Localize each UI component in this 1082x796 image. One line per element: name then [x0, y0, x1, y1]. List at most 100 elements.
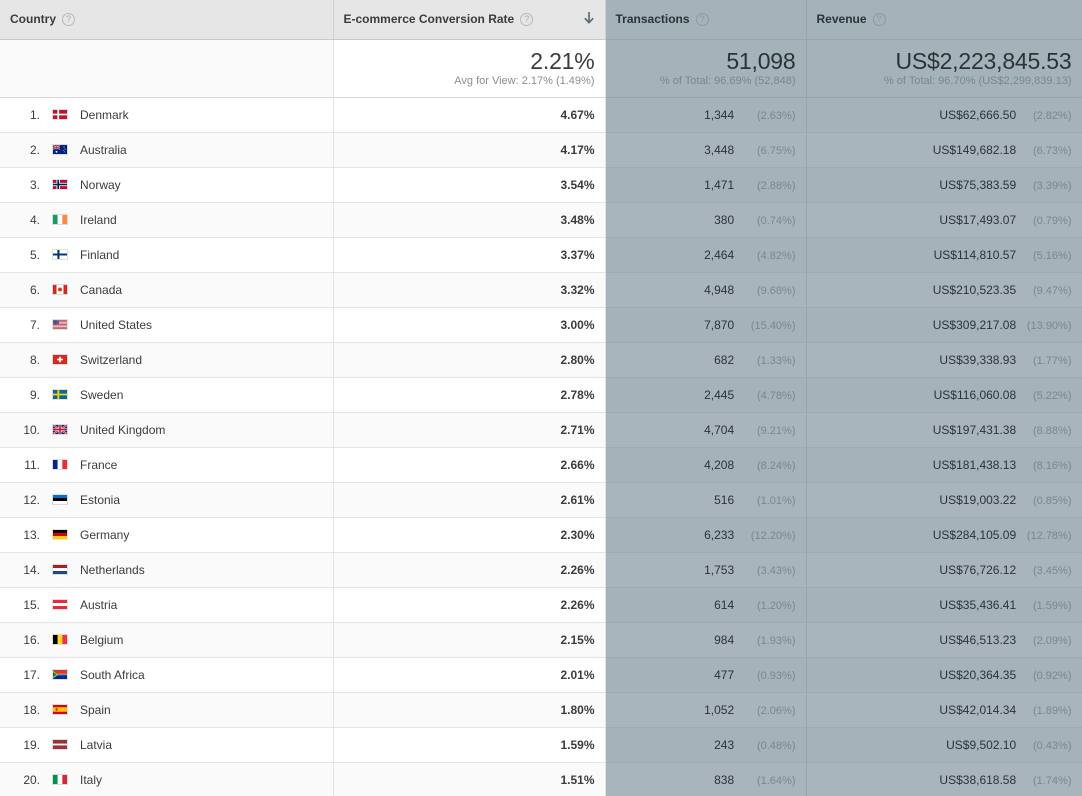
- table-row[interactable]: 3.Norway3.54%1,471 (2.88%)US$75,383.59 (…: [0, 167, 1082, 202]
- country-link[interactable]: Spain: [80, 703, 111, 717]
- transactions-value: 2,464: [704, 248, 734, 262]
- country-link[interactable]: United States: [80, 318, 152, 332]
- country-link[interactable]: Australia: [80, 143, 127, 157]
- country-link[interactable]: Estonia: [80, 493, 120, 507]
- row-rank: 19.: [10, 738, 40, 752]
- country-cell: 12.Estonia: [0, 482, 333, 517]
- table-row[interactable]: 13.Germany2.30%6,233 (12.20%)US$284,105.…: [0, 517, 1082, 552]
- transactions-cell: 4,704 (9.21%): [605, 412, 806, 447]
- table-row[interactable]: 9.Sweden2.78%2,445 (4.78%)US$116,060.08 …: [0, 377, 1082, 412]
- revenue-percent: (13.90%): [1020, 320, 1072, 332]
- table-row[interactable]: 2.Australia4.17%3,448 (6.75%)US$149,682.…: [0, 132, 1082, 167]
- transactions-value: 4,704: [704, 423, 734, 437]
- country-link[interactable]: France: [80, 458, 117, 472]
- country-cell: 13.Germany: [0, 517, 333, 552]
- sort-descending-arrow-icon[interactable]: [583, 12, 595, 26]
- revenue-value: US$38,618.58: [939, 773, 1016, 787]
- column-header-revenue-label: Revenue: [817, 12, 867, 26]
- country-link[interactable]: South Africa: [80, 668, 145, 682]
- transactions-cell: 614 (1.20%): [605, 587, 806, 622]
- country-link[interactable]: United Kingdom: [80, 423, 165, 437]
- country-link[interactable]: Sweden: [80, 388, 123, 402]
- revenue-value: US$210,523.35: [933, 283, 1016, 297]
- help-icon[interactable]: ?: [696, 13, 709, 26]
- ecommerce-conversion-rate-cell: 2.26%: [333, 587, 605, 622]
- table-row[interactable]: 6.Canada3.32%4,948 (9.68%)US$210,523.35 …: [0, 272, 1082, 307]
- country-cell: 4.Ireland: [0, 202, 333, 237]
- country-cell: 18.Spain: [0, 692, 333, 727]
- flag-netherlands-icon: [52, 564, 80, 575]
- table-row[interactable]: 18.Spain1.80%1,052 (2.06%)US$42,014.34 (…: [0, 692, 1082, 727]
- row-rank: 8.: [10, 353, 40, 367]
- summary-ecr-value: 2.21%: [344, 49, 595, 74]
- ecommerce-conversion-rate-cell: 1.59%: [333, 727, 605, 762]
- row-rank: 2.: [10, 143, 40, 157]
- country-link[interactable]: Norway: [80, 178, 121, 192]
- transactions-cell: 838 (1.64%): [605, 762, 806, 796]
- country-cell: 16.Belgium: [0, 622, 333, 657]
- revenue-percent: (0.43%): [1020, 740, 1072, 752]
- help-icon[interactable]: ?: [520, 13, 533, 26]
- revenue-cell: US$75,383.59 (3.39%): [806, 167, 1082, 202]
- table-row[interactable]: 11.France2.66%4,208 (8.24%)US$181,438.13…: [0, 447, 1082, 482]
- country-link[interactable]: Austria: [80, 598, 117, 612]
- transactions-cell: 3,448 (6.75%): [605, 132, 806, 167]
- transactions-value: 516: [714, 493, 734, 507]
- table-row[interactable]: 8.Switzerland2.80%682 (1.33%)US$39,338.9…: [0, 342, 1082, 377]
- flag-italy-icon: [52, 774, 80, 785]
- country-cell: 3.Norway: [0, 167, 333, 202]
- country-cell: 11.France: [0, 447, 333, 482]
- flag-canada-icon: [52, 284, 80, 295]
- header-row: Country ? E-commerce Conversion Rate ? T…: [0, 0, 1082, 39]
- country-link[interactable]: Netherlands: [80, 563, 145, 577]
- table-row[interactable]: 14.Netherlands2.26%1,753 (3.43%)US$76,72…: [0, 552, 1082, 587]
- transactions-cell: 516 (1.01%): [605, 482, 806, 517]
- table-row[interactable]: 10.United Kingdom2.71%4,704 (9.21%)US$19…: [0, 412, 1082, 447]
- revenue-percent: (0.92%): [1020, 670, 1072, 682]
- country-cell: 19. Latvia: [0, 727, 333, 762]
- revenue-cell: US$46,513.23 (2.09%): [806, 622, 1082, 657]
- row-rank: 20.: [10, 773, 40, 787]
- table-row[interactable]: 19.Latvia1.59%243 (0.48%)US$9,502.10 (0.…: [0, 727, 1082, 762]
- table-row[interactable]: 1.Denmark4.67%1,344 (2.63%)US$62,666.50 …: [0, 97, 1082, 132]
- flag-finland-icon: [52, 249, 80, 260]
- table-row[interactable]: 12.Estonia2.61%516 (1.01%)US$19,003.22 (…: [0, 482, 1082, 517]
- table-row[interactable]: 4.Ireland3.48%380 (0.74%)US$17,493.07 (0…: [0, 202, 1082, 237]
- country-link[interactable]: Denmark: [80, 108, 129, 122]
- country-link[interactable]: Latvia: [80, 738, 112, 752]
- ecommerce-conversion-rate-cell: 3.48%: [333, 202, 605, 237]
- country-cell: 1.Denmark: [0, 97, 333, 132]
- revenue-cell: US$76,726.12 (3.45%): [806, 552, 1082, 587]
- country-link[interactable]: Canada: [80, 283, 122, 297]
- revenue-cell: US$116,060.08 (5.22%): [806, 377, 1082, 412]
- country-link[interactable]: Italy: [80, 773, 102, 787]
- revenue-value: US$9,502.10: [946, 738, 1016, 752]
- revenue-cell: US$9,502.10 (0.43%): [806, 727, 1082, 762]
- country-link[interactable]: Switzerland: [80, 353, 142, 367]
- column-header-transactions[interactable]: Transactions ?: [605, 0, 806, 39]
- country-link[interactable]: Finland: [80, 248, 119, 262]
- table-header: Country ? E-commerce Conversion Rate ? T…: [0, 0, 1082, 39]
- column-header-ecommerce-conversion-rate[interactable]: E-commerce Conversion Rate ?: [333, 0, 605, 39]
- transactions-cell: 7,870 (15.40%): [605, 307, 806, 342]
- table-row[interactable]: 5.Finland3.37%2,464 (4.82%)US$114,810.57…: [0, 237, 1082, 272]
- help-icon[interactable]: ?: [873, 13, 886, 26]
- country-link[interactable]: Ireland: [80, 213, 117, 227]
- revenue-value: US$75,383.59: [939, 178, 1016, 192]
- column-header-country[interactable]: Country ?: [0, 0, 333, 39]
- table-row[interactable]: 20.Italy1.51%838 (1.64%)US$38,618.58 (1.…: [0, 762, 1082, 796]
- table-row[interactable]: 17.South Africa2.01%477 (0.93%)US$20,364…: [0, 657, 1082, 692]
- table-row[interactable]: 16.Belgium2.15%984 (1.93%)US$46,513.23 (…: [0, 622, 1082, 657]
- country-link[interactable]: Germany: [80, 528, 129, 542]
- row-rank: 10.: [10, 423, 40, 437]
- transactions-percent: (4.78%): [738, 390, 796, 402]
- summary-transactions-cell: 51,098 % of Total: 96.69% (52,848): [605, 39, 806, 97]
- help-icon[interactable]: ?: [62, 13, 75, 26]
- column-header-revenue[interactable]: Revenue ?: [806, 0, 1082, 39]
- country-cell: 10. United Kingdom: [0, 412, 333, 447]
- table-row[interactable]: 15.Austria2.26%614 (1.20%)US$35,436.41 (…: [0, 587, 1082, 622]
- country-link[interactable]: Belgium: [80, 633, 123, 647]
- country-cell: 15.Austria: [0, 587, 333, 622]
- table-row[interactable]: 7.United States3.00%7,870 (15.40%)US$309…: [0, 307, 1082, 342]
- flag-germany-icon: [52, 529, 80, 540]
